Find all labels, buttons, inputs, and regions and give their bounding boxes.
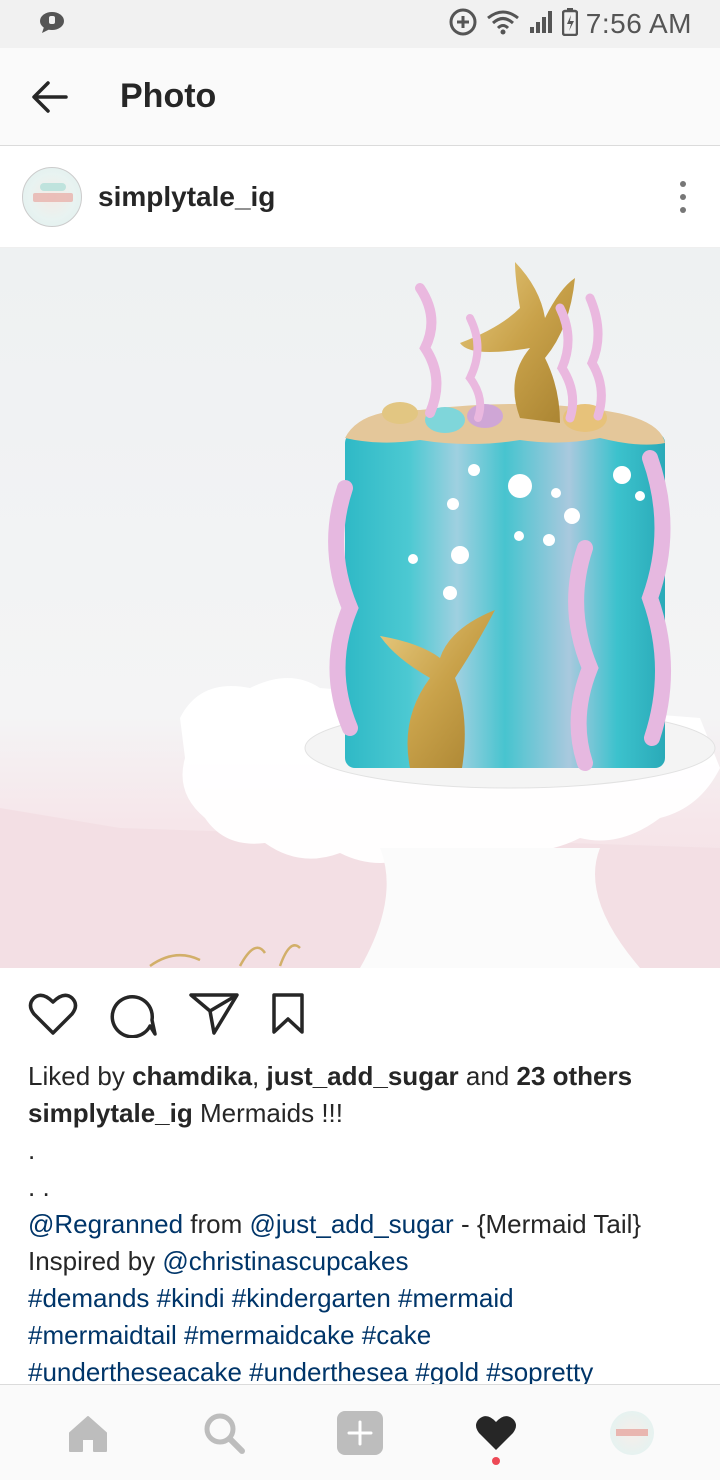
post-photo[interactable] (0, 248, 720, 968)
post-action-bar (0, 968, 720, 1060)
save-button[interactable] (270, 992, 306, 1036)
caption-dot: . . (28, 1172, 50, 1202)
liked-user-link[interactable]: just_add_sugar (266, 1061, 458, 1091)
comment-icon (110, 995, 157, 1038)
caption-text: Mermaids !!! (192, 1098, 343, 1128)
home-icon (69, 1415, 107, 1452)
hashtag-line[interactable]: #mermaidtail #mermaidcake #cake (28, 1317, 698, 1354)
profile-avatar (610, 1410, 654, 1455)
caption-dot: . (28, 1135, 36, 1165)
caption-author[interactable]: simplytale_ig (28, 1098, 193, 1128)
heart-outline-icon (28, 993, 78, 1035)
post-header: simplytale_ig (0, 146, 720, 248)
hashtag-line[interactable]: #demands #kindi #kindergarten #mermaid (28, 1280, 698, 1317)
data-saver-icon (448, 7, 478, 42)
caption-line: Inspired by @christinascupcakes (28, 1246, 409, 1276)
avatar[interactable] (22, 166, 82, 227)
activity-heart-icon (476, 1415, 516, 1450)
likes-line: Liked by chamdika, just_add_sugar and 23… (28, 1061, 633, 1091)
mention-link[interactable]: @Regranned (28, 1209, 183, 1239)
wifi-icon (486, 8, 520, 41)
nav-add[interactable] (320, 1393, 400, 1473)
like-button[interactable] (28, 991, 78, 1037)
caption-line: simplytale_ig Mermaids !!! (28, 1095, 698, 1132)
search-icon (204, 1413, 245, 1454)
app-header: Photo (0, 48, 720, 146)
liked-user-link[interactable]: chamdika (132, 1061, 252, 1091)
mention-link[interactable]: @just_add_sugar (250, 1209, 454, 1239)
caption-line: @Regranned from @just_add_sugar - {Merma… (28, 1209, 642, 1239)
messenger-icon (38, 10, 66, 39)
battery-icon (561, 7, 579, 41)
mention-link[interactable]: @christinascupcakes (162, 1246, 408, 1276)
share-button[interactable] (188, 991, 240, 1037)
share-icon (189, 993, 239, 1035)
nav-activity[interactable] (456, 1393, 536, 1473)
post-caption: Liked by chamdika, just_add_sugar and 23… (28, 1058, 698, 1384)
nav-profile[interactable] (592, 1393, 672, 1473)
notification-dot (492, 1456, 500, 1465)
vertical-dots-icon (680, 180, 686, 187)
bottom-nav (0, 1384, 720, 1480)
nav-search[interactable] (184, 1393, 264, 1473)
post-username[interactable]: simplytale_ig (98, 181, 275, 213)
comment-button[interactable] (108, 990, 158, 1038)
status-time: 7:56 AM (585, 8, 692, 39)
page-title: Photo (120, 77, 217, 115)
more-options-button[interactable] (668, 172, 698, 222)
status-bar: 7:56 AM (0, 0, 720, 48)
bookmark-icon (272, 993, 304, 1034)
nav-home[interactable] (48, 1393, 128, 1473)
signal-icon (528, 9, 554, 40)
likes-others-link[interactable]: 23 others (516, 1061, 632, 1091)
hashtag-line[interactable]: #undertheseacake #underthesea #gold #sop… (28, 1354, 698, 1384)
arrow-left-icon (32, 80, 68, 113)
add-icon (337, 1410, 383, 1455)
back-button[interactable] (28, 75, 72, 119)
